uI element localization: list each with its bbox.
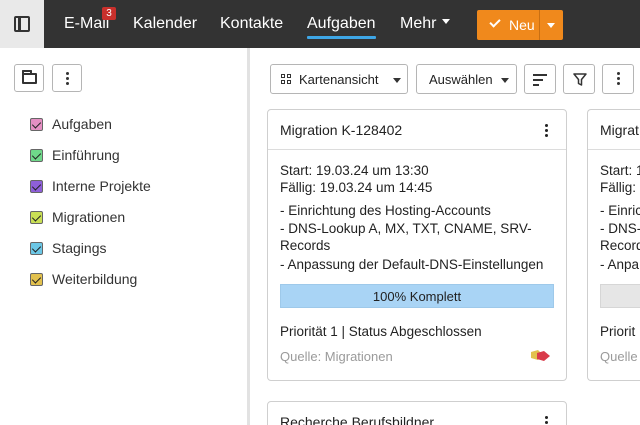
folder-checkbox[interactable] [30, 210, 43, 224]
grid-icon [281, 74, 292, 85]
folder-checkbox[interactable] [30, 117, 43, 131]
nav-item-more[interactable]: Mehr [400, 14, 451, 34]
select-dropdown[interactable]: Auswählen [416, 64, 517, 94]
folder-checkbox[interactable] [30, 272, 43, 286]
top-navigation-bar: E-Mail 3 Kalender Kontakte Aufgaben Mehr… [0, 0, 640, 48]
select-label: Auswählen [429, 72, 493, 87]
view-mode-dropdown[interactable]: Kartenansicht [270, 64, 408, 94]
task-progress-bar: 100% Komplett [280, 284, 554, 308]
task-start: Start: 1 [600, 163, 640, 178]
task-priority-status: Priorität 1 | Status Abgeschlossen [280, 324, 482, 339]
task-source: Quelle [600, 349, 638, 364]
folder-item-interne-projekte[interactable]: Interne Projekte [30, 176, 151, 196]
folder-item-aufgaben[interactable]: Aufgaben [30, 114, 112, 134]
unread-count-badge: 3 [102, 7, 116, 20]
folder-label: Stagings [52, 240, 107, 256]
nav-item-tasks[interactable]: Aufgaben [307, 14, 376, 39]
task-description-line: - Anpassung der Default-DNS-Einstellunge… [280, 257, 544, 272]
task-description-line: - Anpa [600, 257, 640, 272]
tags-icon [531, 350, 550, 361]
folder-label: Interne Projekte [52, 178, 151, 194]
nav-item-label: Kontakte [220, 15, 284, 32]
sort-button[interactable] [524, 64, 556, 94]
folder-item-einfuehrung[interactable]: Einführung [30, 145, 120, 165]
task-card-title: Recherche Berufsbildner [280, 414, 435, 425]
task-card[interactable]: Migrat Start: 1 Fällig: - Einric - DNS- … [587, 109, 640, 381]
folder-item-migrationen[interactable]: Migrationen [30, 207, 125, 227]
more-vertical-icon [617, 72, 620, 86]
folder-label: Aufgaben [52, 116, 112, 132]
folder-sidebar: Aufgaben Einführung Interne Projekte Mig… [0, 48, 247, 425]
nav-item-label: Mehr [400, 15, 437, 32]
task-source: Quelle: Migrationen [280, 349, 393, 364]
task-card-title: Migration K-128402 [280, 122, 403, 138]
task-description-line: - Einric [600, 203, 640, 218]
new-button[interactable]: Neu [477, 10, 563, 40]
folder-item-stagings[interactable]: Stagings [30, 238, 106, 258]
task-progress-bar [600, 284, 640, 308]
chevron-down-icon[interactable] [547, 23, 555, 28]
toolbar-more-button[interactable] [602, 64, 634, 94]
task-description-line: - DNS-Lookup A, MX, TXT, CNAME, SRV- [280, 221, 532, 236]
split-button-divider [539, 10, 540, 40]
task-priority-status: Priorit [600, 324, 636, 339]
task-due: Fällig: [600, 180, 637, 195]
folder-icon [22, 70, 37, 84]
task-progress-label: 100% Komplett [372, 289, 462, 304]
task-card[interactable]: Migration K-128402 Start: 19.03.24 um 13… [267, 109, 567, 381]
sidebar-more-button[interactable] [52, 64, 82, 92]
chevron-down-icon [393, 78, 401, 83]
new-button-label: Neu [509, 17, 535, 33]
nav-item-label: Aufgaben [307, 15, 376, 32]
folder-button[interactable] [14, 64, 44, 92]
nav-item-calendar[interactable]: Kalender [133, 14, 197, 34]
view-mode-label: Kartenansicht [299, 72, 379, 87]
chevron-down-icon [442, 19, 451, 25]
chevron-down-icon [501, 78, 509, 83]
active-tab-underline [307, 36, 376, 39]
check-icon [489, 16, 501, 28]
nav-item-label: Kalender [133, 15, 198, 32]
folder-checkbox[interactable] [30, 241, 43, 255]
task-card-header: Migration K-128402 [268, 110, 566, 150]
folder-label: Weiterbildung [52, 271, 138, 287]
task-start: Start: 19.03.24 um 13:30 [280, 163, 429, 178]
task-card-title: Migrat [600, 122, 639, 138]
folder-label: Einführung [52, 147, 120, 163]
folder-checkbox[interactable] [30, 179, 43, 193]
filter-icon [573, 73, 587, 86]
sidebar-resize-handle[interactable] [247, 48, 250, 425]
task-description-line: - Einrichtung des Hosting-Accounts [280, 203, 491, 218]
task-description-line: - DNS- [600, 221, 640, 236]
task-due: Fällig: 19.03.24 um 14:45 [280, 180, 433, 195]
more-vertical-icon [66, 72, 69, 86]
more-vertical-icon[interactable] [545, 124, 548, 137]
task-description-line: Record [600, 238, 640, 253]
folder-label: Migrationen [52, 209, 126, 225]
task-description-line: Records [280, 238, 331, 253]
task-card[interactable]: Recherche Berufsbildner [267, 401, 567, 425]
folder-item-weiterbildung[interactable]: Weiterbildung [30, 269, 137, 289]
sidebar-toggle-icon [14, 16, 30, 32]
sidebar-toggle-button[interactable] [0, 0, 44, 48]
filter-button[interactable] [563, 64, 595, 94]
nav-item-contacts[interactable]: Kontakte [220, 14, 283, 34]
folder-checkbox[interactable] [30, 148, 43, 162]
task-card-header: Migrat [588, 110, 640, 150]
more-vertical-icon[interactable] [545, 416, 548, 425]
